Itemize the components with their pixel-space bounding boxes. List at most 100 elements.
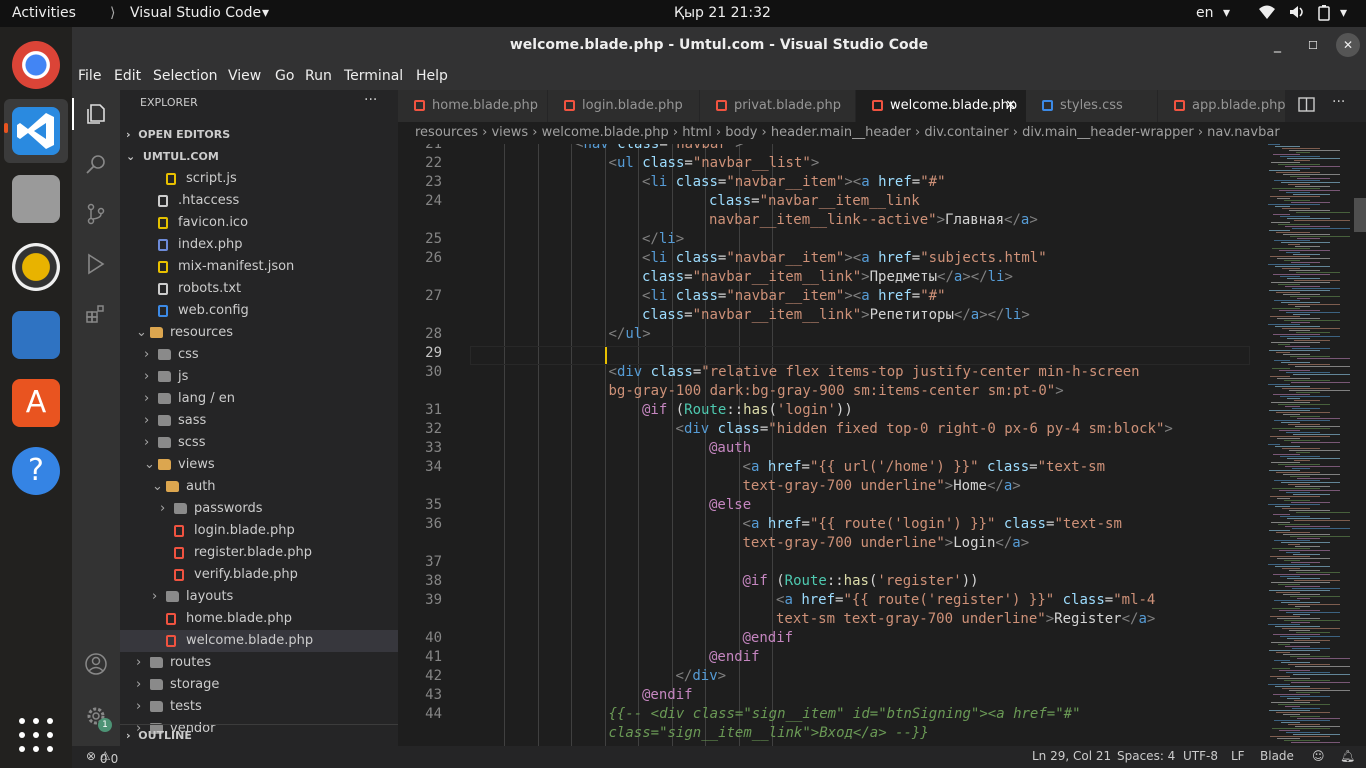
close-icon[interactable]: ✕ — [1336, 33, 1360, 57]
code-line[interactable]: <nav class="navbar"> — [575, 144, 744, 152]
menu-file[interactable]: File — [78, 68, 101, 84]
menu-view[interactable]: View — [228, 68, 261, 84]
end-of-line[interactable]: LF — [1231, 749, 1245, 763]
indentation[interactable]: Spaces: 4 — [1117, 749, 1175, 763]
app-menu[interactable]: Visual Studio Code — [130, 5, 261, 21]
files-icon[interactable] — [12, 175, 60, 223]
vscode-dock-icon[interactable] — [12, 107, 60, 155]
writer-icon[interactable] — [12, 311, 60, 359]
menu-terminal[interactable]: Terminal — [344, 68, 403, 84]
problems-indicator[interactable]: ⊗ 0 ⚠ 0 — [86, 749, 118, 766]
minimize-icon[interactable]: _ — [1274, 27, 1281, 64]
code-line[interactable]: <a href="{{ route('login') }}" class="te… — [743, 516, 1122, 532]
editor-tab[interactable]: styles.css — [1026, 90, 1158, 122]
activities-button[interactable]: Activities — [12, 5, 76, 21]
tree-folder[interactable]: › storage — [120, 674, 398, 696]
open-editors-section[interactable]: › OPEN EDITORS — [126, 124, 230, 146]
tree-file[interactable]: script.js — [120, 168, 398, 190]
code-line[interactable]: @endif — [642, 687, 693, 703]
tree-folder[interactable]: › css — [120, 344, 398, 366]
editor-tab[interactable]: login.blade.php — [548, 90, 700, 122]
tree-file[interactable]: .htaccess — [120, 190, 398, 212]
code-editor[interactable]: 21 <nav class="navbar"> 22 <ul class="navba… — [398, 144, 1278, 750]
code-line[interactable]: class="sign__item__link">Вход</a> --}} — [609, 725, 929, 741]
code-line[interactable]: text-gray-700 underline">Login</a> — [743, 535, 1030, 551]
menu-help[interactable]: Help — [416, 68, 448, 84]
code-line[interactable]: class="navbar__item__link">Предметы</a><… — [642, 269, 1013, 285]
menu-selection[interactable]: Selection — [153, 68, 218, 84]
code-line[interactable]: <div class="hidden fixed top-0 right-0 p… — [676, 421, 1173, 437]
cursor-position[interactable]: Ln 29, Col 21 — [1032, 749, 1111, 763]
menu-go[interactable]: Go — [275, 68, 294, 84]
code-line[interactable]: text-sm text-gray-700 underline">Registe… — [776, 611, 1155, 627]
code-line[interactable]: class="navbar__item__link — [709, 193, 920, 209]
notifications-icon[interactable]: 🔔︎ — [1340, 749, 1355, 763]
code-line[interactable]: @endif — [743, 630, 794, 646]
tree-folder[interactable]: ⌄ views — [120, 454, 398, 476]
code-line[interactable]: navbar__item__link--active">Главная</a> — [709, 212, 1038, 228]
breadcrumb[interactable]: resources › views › welcome.blade.php › … — [398, 122, 1366, 144]
code-line[interactable]: @if (Route::has('login')) — [642, 402, 853, 418]
tree-file[interactable]: register.blade.php — [120, 542, 398, 564]
code-line[interactable]: text-gray-700 underline">Home</a> — [743, 478, 1021, 494]
chrome-icon[interactable] — [12, 41, 60, 89]
language-caret-icon[interactable]: ▾ — [1223, 5, 1230, 21]
code-line[interactable]: class="navbar__item__link">Репетиторы</a… — [642, 307, 1030, 323]
volume-icon[interactable] — [1288, 4, 1304, 24]
tree-file[interactable]: index.php — [120, 234, 398, 256]
tree-file[interactable]: welcome.blade.php — [120, 630, 398, 652]
battery-icon[interactable] — [1318, 5, 1330, 25]
editor-more-icon[interactable]: ··· — [1332, 94, 1345, 110]
wifi-icon[interactable] — [1258, 4, 1276, 24]
system-menu-caret-icon[interactable]: ▾ — [1340, 5, 1347, 21]
tree-file[interactable]: robots.txt — [120, 278, 398, 300]
app-menu-caret-icon[interactable]: ▾ — [262, 5, 269, 21]
feedback-icon[interactable]: ☺ — [1312, 749, 1325, 763]
editor-tab[interactable]: app.blade.php — [1158, 90, 1286, 122]
tree-file[interactable]: verify.blade.php — [120, 564, 398, 586]
code-line[interactable]: <li class="navbar__item"><a href="subjec… — [642, 250, 1047, 266]
code-line[interactable]: </div> — [676, 668, 727, 684]
tree-folder[interactable]: › layouts — [120, 586, 398, 608]
software-icon[interactable]: A — [12, 379, 60, 427]
show-applications-icon[interactable] — [12, 711, 60, 759]
code-line[interactable]: <ul class="navbar__list"> — [609, 155, 820, 171]
code-line[interactable]: <a href="{{ route('register') }}" class=… — [776, 592, 1155, 608]
source-control-icon[interactable] — [84, 202, 108, 226]
editor-tab[interactable]: home.blade.php — [398, 90, 548, 122]
tree-file[interactable]: web.config — [120, 300, 398, 322]
scrollbar-thumb[interactable] — [1354, 198, 1366, 232]
menu-edit[interactable]: Edit — [114, 68, 141, 84]
tab-close-icon[interactable]: ✕ — [1005, 90, 1016, 122]
code-line[interactable]: @if (Route::has('register')) — [743, 573, 979, 589]
tree-folder[interactable]: › tests — [120, 696, 398, 718]
tree-folder[interactable]: › lang / en — [120, 388, 398, 410]
clock[interactable]: Қыр 21 21:32 — [674, 5, 771, 21]
tree-folder[interactable]: › scss — [120, 432, 398, 454]
editor-tab[interactable]: privat.blade.php — [700, 90, 856, 122]
editor-tab[interactable]: welcome.blade.php ✕ — [856, 90, 1026, 122]
rhythmbox-icon[interactable] — [12, 243, 60, 291]
minimap[interactable] — [1258, 144, 1366, 750]
maximize-icon[interactable]: ☐ — [1308, 27, 1318, 64]
code-line[interactable]: </li> — [642, 231, 684, 247]
explorer-icon[interactable] — [84, 102, 108, 126]
tree-folder[interactable]: › js — [120, 366, 398, 388]
root-folder-section[interactable]: ⌄ UMTUL.COM — [126, 146, 219, 168]
tree-folder[interactable]: › passwords — [120, 498, 398, 520]
code-line[interactable]: <div class="relative flex items-top just… — [609, 364, 1140, 380]
code-line[interactable]: {{-- <div class="sign__item" id="btnSign… — [609, 706, 1081, 722]
code-line[interactable]: bg-gray-100 dark:bg-gray-900 sm:items-ce… — [609, 383, 1064, 399]
encoding[interactable]: UTF-8 — [1183, 749, 1218, 763]
tree-file[interactable]: login.blade.php — [120, 520, 398, 542]
tree-file[interactable]: home.blade.php — [120, 608, 398, 630]
tree-file[interactable]: mix-manifest.json — [120, 256, 398, 278]
tree-folder[interactable]: ⌄ resources — [120, 322, 398, 344]
search-icon[interactable] — [84, 152, 108, 176]
tree-folder[interactable]: ⌄ auth — [120, 476, 398, 498]
tree-folder[interactable]: › routes — [120, 652, 398, 674]
language-indicator[interactable]: en — [1196, 5, 1214, 21]
run-debug-icon[interactable] — [84, 252, 108, 276]
help-icon[interactable]: ? — [12, 447, 60, 495]
code-line[interactable]: </ul> — [609, 326, 651, 342]
